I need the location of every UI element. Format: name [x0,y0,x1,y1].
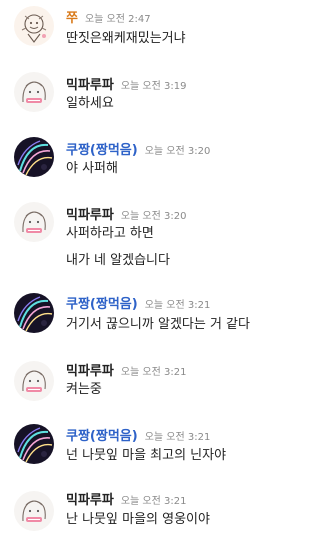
message-text: 딴짓은왜케재밌는거냐 [66,31,186,46]
author-name[interactable]: 쿠짱(짱먹음) [66,143,138,158]
message-text: 야 사퍼해 [66,161,118,176]
chat-message: 믹파루파 오늘 오전 3:21 난 나뭇잎 마을의 영웅이야 [0,483,332,535]
message-text: 사퍼하라고 하면 [66,226,154,241]
avatar[interactable] [14,424,54,464]
author-name[interactable]: 쭈 [66,11,78,26]
sketch-face-avatar-icon [14,491,54,531]
avatar[interactable] [14,6,54,46]
timestamp: 오늘 오전 3:20 [120,211,187,222]
avatar[interactable] [14,361,54,401]
timestamp: 오늘 오전 3:21 [120,496,187,507]
author-name[interactable]: 쿠짱(짱먹음) [66,297,138,312]
message-text: 내가 네 알겠습니다 [66,253,170,268]
timestamp: 오늘 오전 3:21 [144,300,211,311]
sketch-face-avatar-icon [14,361,54,401]
timestamp: 오늘 오전 3:21 [120,367,187,378]
author-name[interactable]: 믹파루파 [66,364,114,379]
dark-swirl-avatar-icon [14,137,54,177]
timestamp: 오늘 오전 2:47 [84,14,151,25]
sketch-face-avatar-icon [14,72,54,112]
author-name[interactable]: 쿠짱(짱먹음) [66,429,138,444]
timestamp: 오늘 오전 3:19 [120,81,187,92]
chat-message: 쿠짱(짱먹음) 오늘 오전 3:21 거기서 끊으니까 알겠다는 거 같다 [0,285,332,347]
avatar[interactable] [14,72,54,112]
avatar[interactable] [14,293,54,333]
chat-message: 믹파루파 오늘 오전 3:19 일하세요 [0,62,332,124]
message-text: 켜는중 [66,382,102,397]
sketch-face-avatar-icon [14,202,54,242]
dark-swirl-avatar-icon [14,293,54,333]
timestamp: 오늘 오전 3:20 [144,146,211,157]
author-name[interactable]: 믹파루파 [66,78,114,93]
message-text: 일하세요 [66,96,114,111]
author-name[interactable]: 믹파루파 [66,493,114,508]
avatar[interactable] [14,202,54,242]
chat-message: 믹파루파 오늘 오전 3:20 사퍼하라고 하면 내가 네 알겠습니다 [0,196,332,278]
message-text: 넌 나뭇잎 마을 최고의 닌자야 [66,448,227,463]
chat-message: 쿠짱(짱먹음) 오늘 오전 3:21 넌 나뭇잎 마을 최고의 닌자야 [0,418,332,480]
chat-message: 쿠짱(짱먹음) 오늘 오전 3:20 야 사퍼해 [0,129,332,191]
chat-message: 쭈 오늘 오전 2:47 딴짓은왜케재밌는거냐 [0,0,332,60]
dark-swirl-avatar-icon [14,424,54,464]
author-name[interactable]: 믹파루파 [66,208,114,223]
message-text: 거기서 끊으니까 알겠다는 거 같다 [66,317,250,332]
message-text: 난 나뭇잎 마을의 영웅이야 [66,512,210,527]
sketch-doodle-avatar-icon [14,6,54,46]
timestamp: 오늘 오전 3:21 [144,432,211,443]
chat-log: 쭈 오늘 오전 2:47 딴짓은왜케재밌는거냐 믹파루파 오늘 오전 3:19 일하… [0,0,332,535]
avatar[interactable] [14,491,54,531]
chat-message: 믹파루파 오늘 오전 3:21 켜는중 [0,352,332,414]
avatar[interactable] [14,137,54,177]
